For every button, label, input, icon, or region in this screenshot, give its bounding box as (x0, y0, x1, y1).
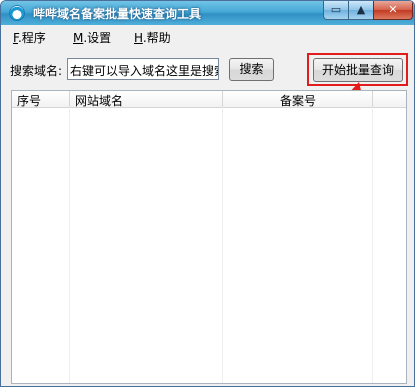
menu-label: .程序 (17, 31, 46, 45)
maximize-button[interactable]: ▲ (348, 1, 374, 20)
menu-label: .设置 (83, 31, 112, 45)
column-divider[interactable] (372, 91, 373, 107)
minimize-button[interactable]: ▭ (323, 1, 349, 20)
close-button[interactable]: ✕ (373, 1, 413, 20)
column-header-index[interactable]: 序号 (17, 92, 41, 109)
search-domain-input[interactable]: 右键可以导入域名这里是搜索 (67, 58, 219, 80)
menu-item-program[interactable]: F.程序 (13, 29, 46, 46)
window-title: 哔哔域名备案批量快速查询工具 (33, 7, 202, 21)
column-divider[interactable] (69, 91, 70, 107)
title-bar[interactable]: 哔哔域名备案批量快速查询工具 ▭ ▲ ✕ (1, 1, 414, 25)
menu-item-help[interactable]: H.帮助 (134, 29, 171, 46)
column-gridline (372, 107, 373, 383)
column-gridline (222, 107, 223, 383)
app-window: 哔哔域名备案批量快速查询工具 ▭ ▲ ✕ F.程序 M.设置 H.帮助 搜索域名… (0, 0, 415, 387)
menu-bar: F.程序 M.设置 H.帮助 (1, 25, 414, 47)
column-divider[interactable] (222, 91, 223, 107)
search-domain-label: 搜索域名: (10, 64, 63, 78)
app-logo-icon (9, 5, 25, 21)
column-gridline (69, 107, 70, 383)
results-table[interactable]: 序号 网站域名 备案号 (11, 90, 407, 384)
column-header-domain[interactable]: 网站域名 (75, 92, 123, 109)
search-button[interactable]: 搜索 (229, 58, 274, 81)
table-header: 序号 网站域名 备案号 (12, 91, 406, 108)
menu-item-settings[interactable]: M.设置 (73, 29, 111, 46)
menu-accel: M (73, 31, 84, 45)
column-header-icp[interactable]: 备案号 (280, 92, 316, 109)
menu-label: .帮助 (142, 31, 171, 45)
menu-accel: H (134, 31, 143, 45)
